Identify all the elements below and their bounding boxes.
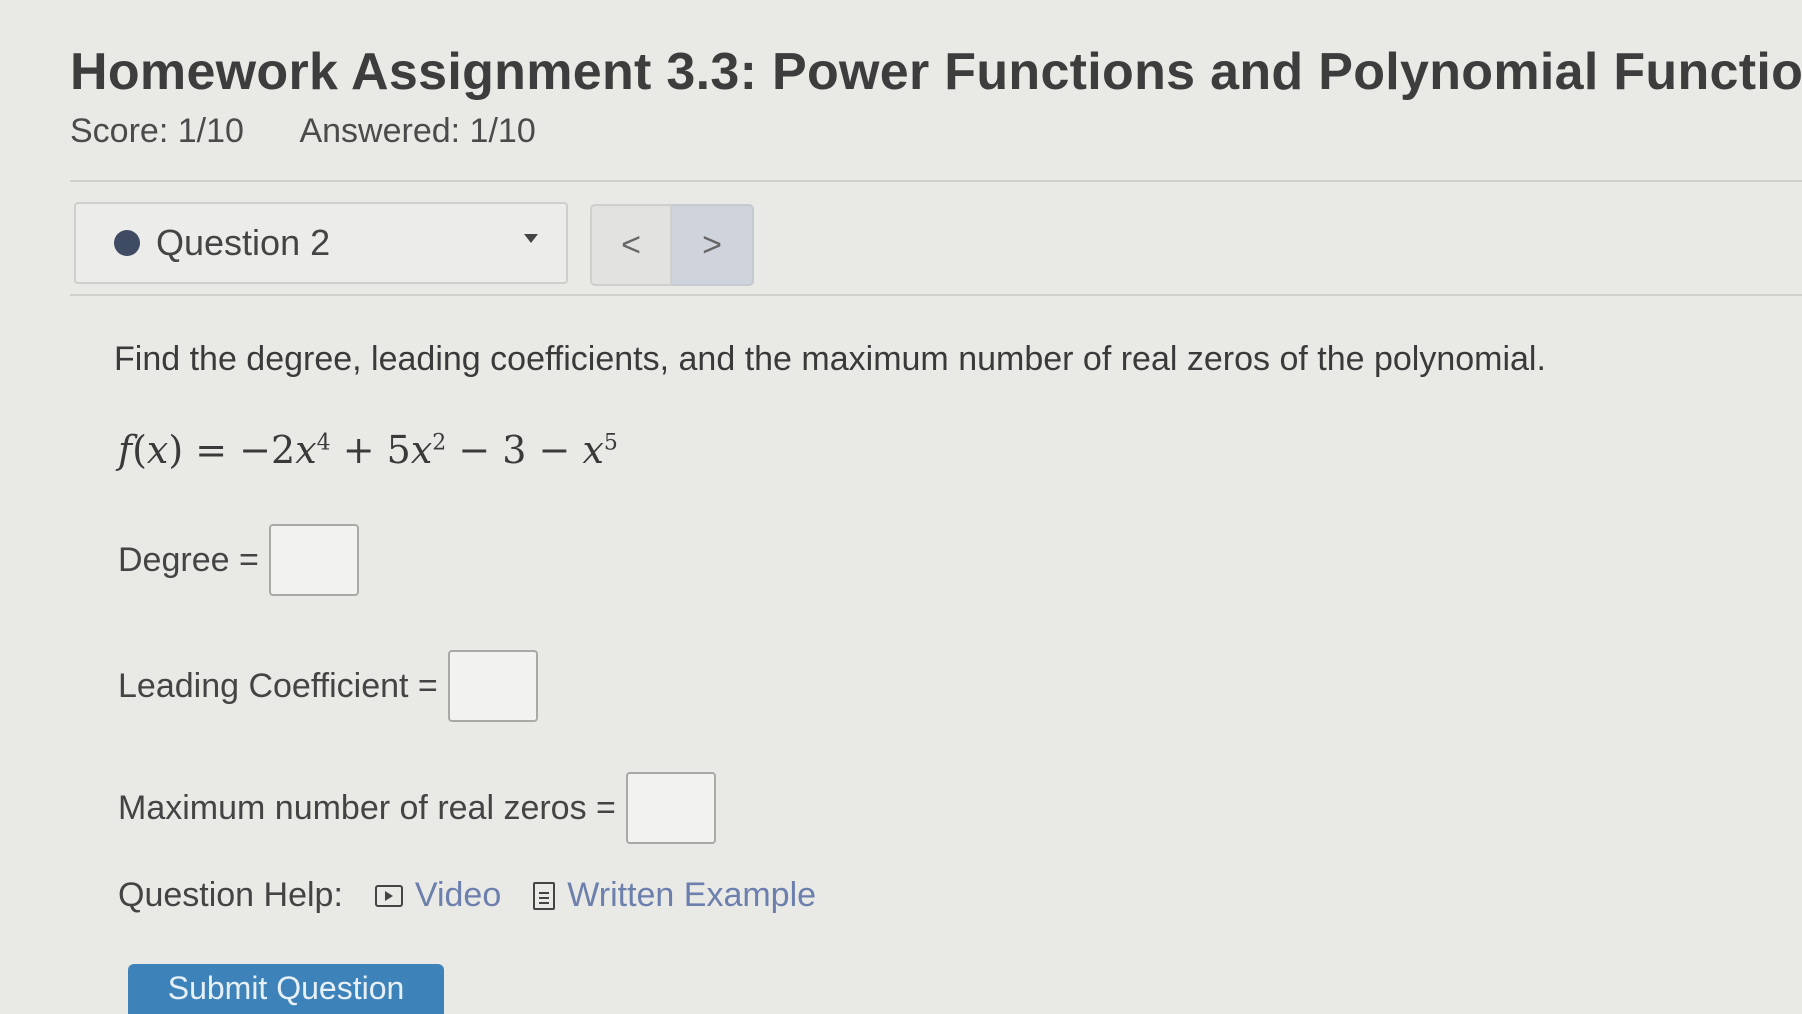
- question-nav-buttons: < >: [590, 204, 754, 286]
- score-text: Score: 1/10: [70, 112, 244, 150]
- next-question-button[interactable]: >: [672, 204, 754, 286]
- eq-term1: = −2: [183, 428, 296, 472]
- eq-var: x: [146, 428, 169, 472]
- video-link-label: Video: [414, 876, 502, 914]
- video-link[interactable]: Video: [374, 876, 502, 915]
- written-example-link[interactable]: Written Example: [533, 876, 816, 915]
- page-title: Homework Assignment 3.3: Power Functions…: [70, 43, 1802, 101]
- question-select-label: Question 2: [156, 222, 331, 263]
- submit-question-button[interactable]: Submit Question: [128, 964, 444, 1014]
- previous-question-button[interactable]: <: [590, 204, 672, 286]
- degree-label: Degree =: [118, 540, 259, 579]
- eq-func: f: [118, 428, 133, 472]
- max-real-zeros-input[interactable]: [625, 772, 716, 844]
- question-prompt: Find the degree, leading coefficients, a…: [114, 340, 1546, 378]
- max-real-zeros-row: Maximum number of real zeros =: [118, 772, 716, 844]
- question-help: Question Help: Video Written Example: [118, 876, 816, 915]
- eq-term2: + 5: [330, 428, 411, 472]
- eq-var: x: [410, 428, 433, 472]
- max-real-zeros-label: Maximum number of real zeros =: [118, 788, 616, 827]
- answered-text: Answered: 1/10: [299, 112, 536, 150]
- leading-coefficient-label: Leading Coefficient =: [118, 666, 438, 705]
- score-summary: Score: 1/10 Answered: 1/10: [70, 112, 584, 151]
- page: Homework Assignment 3.3: Power Functions…: [0, 0, 1802, 1014]
- eq-term3: − 3 −: [446, 428, 583, 472]
- question-status-dot-icon: [114, 230, 140, 256]
- video-icon: [374, 884, 403, 907]
- leading-coefficient-row: Leading Coefficient =: [118, 650, 538, 722]
- written-example-label: Written Example: [567, 876, 817, 914]
- eq-var: x: [295, 428, 317, 472]
- degree-row: Degree =: [118, 524, 359, 596]
- divider-top: [70, 180, 1802, 182]
- question-help-label: Question Help:: [118, 876, 343, 914]
- question-select-dropdown[interactable]: Question 2: [74, 202, 568, 284]
- polynomial-equation: f(x) = −2x4 + 5x2 − 3 − x5: [118, 428, 618, 472]
- eq-exp2: 2: [432, 430, 447, 456]
- degree-input[interactable]: [268, 524, 359, 596]
- divider-bottom: [70, 294, 1802, 296]
- eq-var: x: [582, 428, 604, 472]
- eq-exp1: 4: [316, 430, 331, 456]
- eq-exp3: 5: [603, 430, 618, 456]
- caret-down-icon: [524, 234, 538, 243]
- leading-coefficient-input[interactable]: [447, 650, 538, 722]
- document-icon: [533, 881, 556, 910]
